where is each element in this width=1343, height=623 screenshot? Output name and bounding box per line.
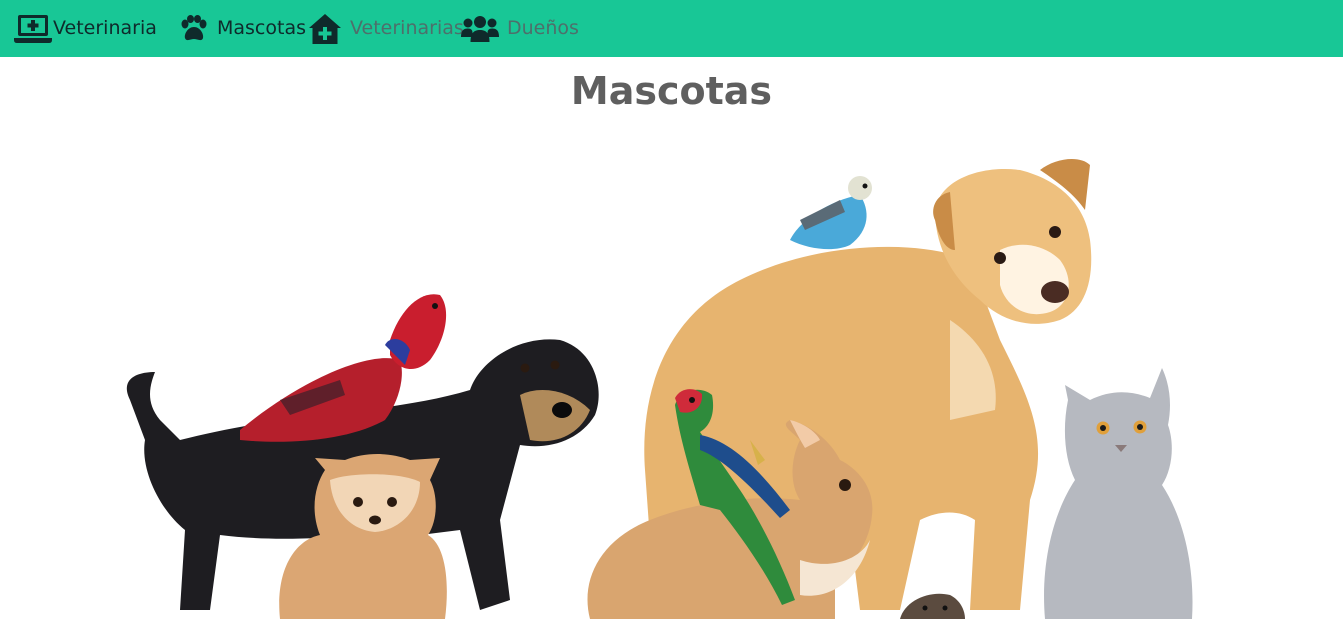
brand-label: Veterinaria — [53, 17, 157, 39]
users-icon — [461, 15, 499, 43]
ferret — [900, 593, 965, 619]
nav-item-veterinarias[interactable]: Veterinarias — [308, 0, 464, 57]
pets-group-photo — [100, 140, 1240, 619]
nav-item-mascotas[interactable]: Mascotas — [178, 0, 306, 57]
page-title: Mascotas — [570, 69, 773, 113]
navbar: Veterinaria Mascotas Veterinarias Dueños — [0, 0, 1343, 57]
brand-link[interactable]: Veterinaria — [14, 0, 157, 57]
paw-icon — [178, 14, 210, 43]
nav-item-duenos-label: Dueños — [507, 17, 579, 39]
laptop-medical-icon — [14, 13, 52, 45]
nav-item-veterinarias-label: Veterinarias — [350, 17, 464, 39]
grey-kitten — [1044, 368, 1193, 619]
nav-item-mascotas-label: Mascotas — [217, 17, 306, 39]
nav-item-duenos[interactable]: Dueños — [461, 0, 579, 57]
budgie — [790, 176, 872, 250]
clinic-icon — [308, 13, 342, 45]
